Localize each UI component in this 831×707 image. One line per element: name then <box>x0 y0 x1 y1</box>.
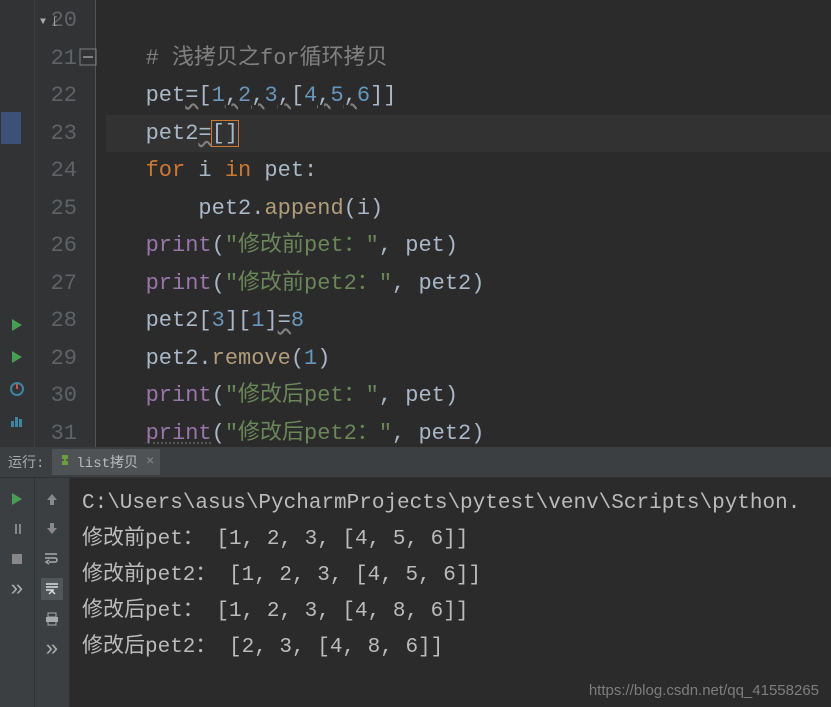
structure-marker: ▼ [ <box>40 4 58 42</box>
code-line-20[interactable]: ▼ [ <box>106 2 831 40</box>
code-line-31[interactable]: print("修改后pet2：", pet2) <box>106 415 831 453</box>
code-line-25[interactable]: pet2.append(i) <box>106 190 831 228</box>
line-number: 24 <box>35 152 77 190</box>
code-line-30[interactable]: print("修改后pet：", pet) <box>106 377 831 415</box>
run-toolbar-left: » <box>0 478 35 707</box>
run-icon[interactable] <box>7 315 27 335</box>
more-icon[interactable]: » <box>41 638 63 660</box>
code-line-28[interactable]: pet2[3][1]=8 <box>106 302 831 340</box>
console-line: 修改前pet： [1, 2, 3, [4, 5, 6]] <box>82 528 468 551</box>
close-icon[interactable]: × <box>146 454 154 470</box>
python-file-icon <box>58 453 72 472</box>
rerun-button[interactable] <box>6 488 28 510</box>
code-line-22[interactable]: pet=[1,2,3,[4,5,6]] <box>106 77 831 115</box>
line-number: 28 <box>35 302 77 340</box>
run-panel: » » C:\Users\asus\PycharmProjects\pytest… <box>0 477 831 707</box>
run-label: 运行: <box>8 452 44 472</box>
console-line: 修改后pet2： [2, 3, [4, 8, 6]] <box>82 636 443 659</box>
stop-button[interactable] <box>6 518 28 540</box>
line-number-gutter: 20 21 22 23 24 25 26 27 28 29 30 31 <box>35 0 95 447</box>
watermark: https://blog.csdn.net/qq_41558265 <box>589 682 819 699</box>
console-line: C:\Users\asus\PycharmProjects\pytest\ven… <box>82 492 800 515</box>
stats-icon[interactable] <box>7 411 27 431</box>
up-arrow-icon[interactable] <box>41 488 63 510</box>
run-tab[interactable]: list拷贝 × <box>52 449 160 475</box>
line-number: 29 <box>35 340 77 378</box>
console-line: 修改后pet： [1, 2, 3, [4, 8, 6]] <box>82 600 468 623</box>
run-toolbar-right: » <box>35 478 70 707</box>
line-number: 30 <box>35 377 77 415</box>
line-number: 26 <box>35 227 77 265</box>
fold-minus-icon[interactable] <box>79 48 97 66</box>
print-icon[interactable] <box>41 608 63 630</box>
code-line-27[interactable]: print("修改前pet2：", pet2) <box>106 265 831 303</box>
stop-square-button[interactable] <box>6 548 28 570</box>
code-line-24[interactable]: for i in pet: <box>106 152 831 190</box>
code-line-29[interactable]: pet2.remove(1) <box>106 340 831 378</box>
profiler-icon[interactable] <box>7 379 27 399</box>
code-line-23[interactable]: pet2=[] <box>106 115 831 153</box>
comment-text: # 浅拷贝之for循环拷贝 <box>146 46 388 71</box>
wrap-icon[interactable] <box>41 548 63 570</box>
editor-area: 20 21 22 23 24 25 26 27 28 29 30 31 ▼ [ … <box>0 0 831 447</box>
line-number: 25 <box>35 190 77 228</box>
console-line: 修改前pet2： [1, 2, 3, [4, 5, 6]] <box>82 564 481 587</box>
code-line-26[interactable]: print("修改前pet：", pet) <box>106 227 831 265</box>
line-number: 21 <box>35 40 77 78</box>
expand-button[interactable]: » <box>6 578 28 600</box>
console-output[interactable]: C:\Users\asus\PycharmProjects\pytest\ven… <box>70 478 831 707</box>
line-number: 27 <box>35 265 77 303</box>
modified-marker <box>1 112 21 144</box>
run-tab-label: list拷贝 <box>76 452 138 472</box>
down-arrow-icon[interactable] <box>41 518 63 540</box>
scroll-button[interactable] <box>41 578 63 600</box>
code-line-21[interactable]: # 浅拷贝之for循环拷贝 <box>106 40 831 78</box>
run-icon-2[interactable] <box>7 347 27 367</box>
line-number: 22 <box>35 77 77 115</box>
code-editor[interactable]: ▼ [ # 浅拷贝之for循环拷贝 pet=[1,2,3,[4,5,6]] pe… <box>95 0 831 447</box>
left-tool-gutter <box>0 0 35 447</box>
caret-position: [] <box>211 120 239 147</box>
line-number: 23 <box>35 115 77 153</box>
